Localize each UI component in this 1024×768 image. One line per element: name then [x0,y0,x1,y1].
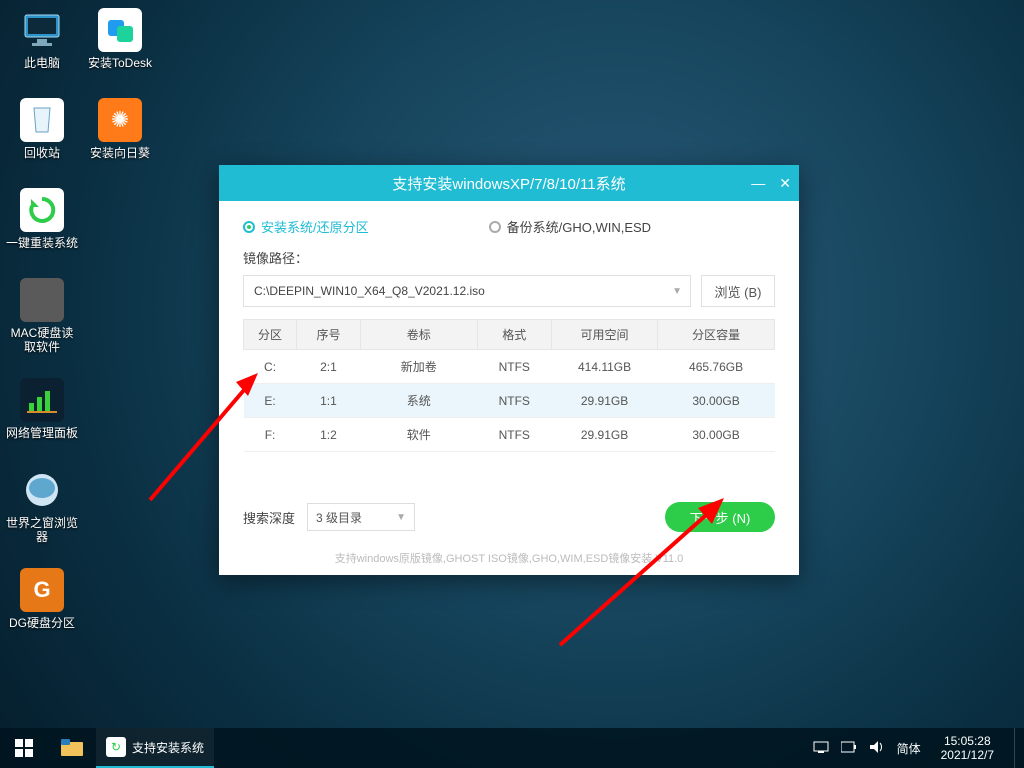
desktop-icon-reinstall[interactable]: 一键重装系统 [4,188,80,250]
mode-backup-radio[interactable]: 备份系统/GHO,WIN,ESD [489,217,651,236]
chevron-down-icon: ▼ [396,512,406,523]
reload-icon [20,188,64,232]
start-button[interactable] [0,728,48,768]
monitor-icon [20,8,64,52]
installer-window: 支持安装windowsXP/7/8/10/11系统 — ✕ 安装系统/还原分区 … [219,165,799,575]
mode-backup-label: 备份系统/GHO,WIN,ESD [507,217,651,236]
ime-indicator[interactable]: 简体 [897,740,921,757]
col-partition: 分区 [244,320,297,350]
desktop-label: 安装ToDesk [82,56,158,70]
browse-button[interactable]: 浏览 (B) [701,275,775,307]
taskbar: ↻ 支持安装系统 简体 15:05:28 2021/12/7 [0,728,1024,768]
close-button[interactable]: ✕ [779,175,791,192]
desktop-label: 网络管理面板 [4,426,80,440]
network-tray-icon[interactable] [813,740,829,757]
desktop-label: 安装向日葵 [82,146,158,160]
image-path-dropdown[interactable]: C:\DEEPIN_WIN10_X64_Q8_V2021.12.iso ▼ [243,275,691,307]
col-volume: 卷标 [360,320,477,350]
desktop-label: MAC硬盘读 取软件 [4,326,80,354]
battery-tray-icon[interactable] [841,741,857,756]
desktop-icon-todesk[interactable]: 安装ToDesk [82,8,158,70]
dg-icon: G [20,568,64,612]
mirror-path-label: 镜像路径： [243,248,775,267]
desktop-label: DG硬盘分区 [4,616,80,630]
col-seq: 序号 [297,320,361,350]
chevron-down-icon: ▼ [672,286,682,297]
desktop-label: 此电脑 [4,56,80,70]
search-depth-value: 3 级目录 [316,509,362,526]
apple-icon [20,278,64,322]
volume-tray-icon[interactable] [869,740,885,757]
col-free: 可用空间 [551,320,657,350]
desktop-icon-theworld[interactable]: 世界之窗浏览 器 [4,468,80,544]
desktop-icon-sunflower[interactable]: ✺ 安装向日葵 [82,98,158,160]
desktop-icon-diskgenius[interactable]: G DG硬盘分区 [4,568,80,630]
trash-icon [20,98,64,142]
desktop-label: 一键重装系统 [4,236,80,250]
search-depth-label: 搜索深度 [243,508,295,527]
globe-icon [20,468,64,512]
mode-install-radio[interactable]: 安装系统/还原分区 [243,217,369,236]
clock-time: 15:05:28 [941,734,994,748]
show-desktop-button[interactable] [1014,728,1020,768]
footer-note: 支持windows原版镜像,GHOST ISO镜像,GHO,WIM,ESD镜像安… [243,550,775,566]
flower-icon: ✺ [98,98,142,142]
desktop-icon-recycle[interactable]: 回收站 [4,98,80,160]
clock[interactable]: 15:05:28 2021/12/7 [933,734,1002,762]
table-row[interactable]: C:2:1新加卷NTFS414.11GB465.76GB [244,350,775,384]
folder-icon [61,739,83,757]
mode-install-label: 安装系统/还原分区 [261,217,369,236]
desktop-label: 世界之窗浏览 器 [4,516,80,544]
desktop-label: 回收站 [4,146,80,160]
window-title: 支持安装windowsXP/7/8/10/11系统 [392,173,625,194]
desktop-icon-this-pc[interactable]: 此电脑 [4,8,80,70]
table-row[interactable]: E:1:1系统NTFS29.91GB30.00GB [244,384,775,418]
image-path-value: C:\DEEPIN_WIN10_X64_Q8_V2021.12.iso [254,284,485,298]
minimize-button[interactable]: — [751,175,765,191]
windows-icon [15,739,33,757]
radio-dot-icon [243,221,255,233]
partition-table: 分区 序号 卷标 格式 可用空间 分区容量 C:2:1新加卷NTFS414.11… [243,319,775,452]
file-explorer-button[interactable] [48,728,96,768]
taskbar-task-installer[interactable]: ↻ 支持安装系统 [96,728,214,768]
clock-date: 2021/12/7 [941,748,994,762]
todesk-icon [98,8,142,52]
next-button[interactable]: 下一步 (N) [665,502,775,532]
table-row[interactable]: F:1:2软件NTFS29.91GB30.00GB [244,418,775,452]
radio-dot-icon [489,221,501,233]
col-format: 格式 [477,320,551,350]
reload-icon: ↻ [106,737,126,757]
col-total: 分区容量 [658,320,775,350]
search-depth-dropdown[interactable]: 3 级目录 ▼ [307,503,415,531]
task-label: 支持安装系统 [132,739,204,756]
bars-icon [20,378,64,422]
desktop-icon-mac-disk[interactable]: MAC硬盘读 取软件 [4,278,80,354]
desktop-icon-network-panel[interactable]: 网络管理面板 [4,378,80,440]
titlebar[interactable]: 支持安装windowsXP/7/8/10/11系统 — ✕ [219,165,799,201]
